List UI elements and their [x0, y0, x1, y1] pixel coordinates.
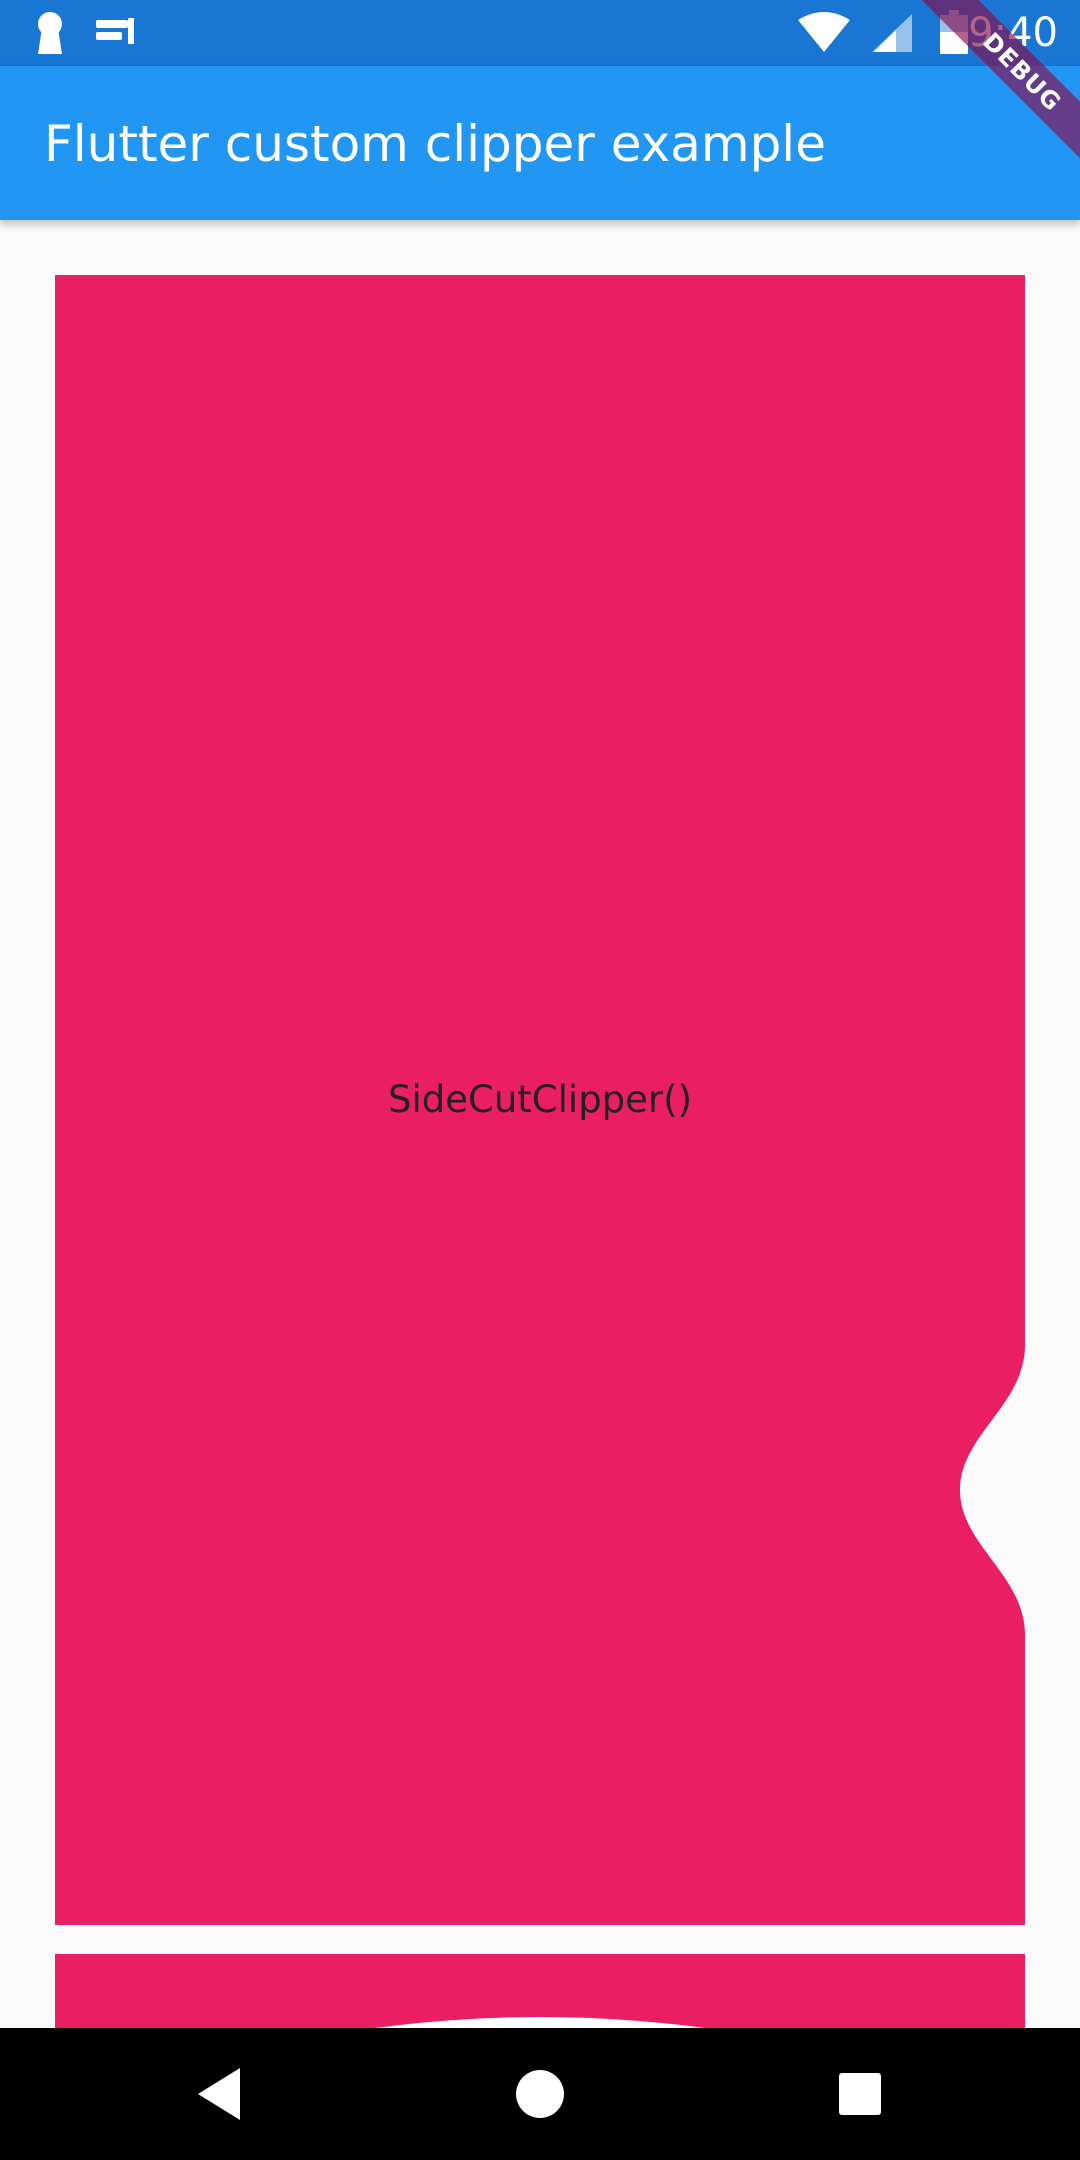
scroll-content[interactable]: SideCutClipper() — [0, 220, 1080, 2028]
status-bar: 9:40 — [0, 0, 1080, 66]
recents-icon[interactable] — [828, 2062, 892, 2126]
keyhole-notification-icon — [30, 10, 70, 56]
page-title: Flutter custom clipper example — [44, 115, 826, 173]
home-icon[interactable] — [508, 2062, 572, 2126]
second-clipper-shape — [55, 1954, 1025, 2028]
status-time: 9:40 — [968, 10, 1058, 56]
side-cut-clipper-card: SideCutClipper() — [55, 275, 1025, 1925]
battery-icon — [940, 10, 968, 54]
cell-signal-icon — [872, 14, 912, 52]
app-bar: Flutter custom clipper example — [0, 66, 1080, 220]
navigation-bar — [0, 2028, 1080, 2160]
back-icon[interactable] — [188, 2062, 252, 2126]
card-label: SideCutClipper() — [387, 1078, 693, 1121]
app-logo-notification-icon — [92, 10, 140, 56]
second-clipper-card — [55, 1954, 1025, 2028]
wifi-icon — [798, 12, 850, 52]
